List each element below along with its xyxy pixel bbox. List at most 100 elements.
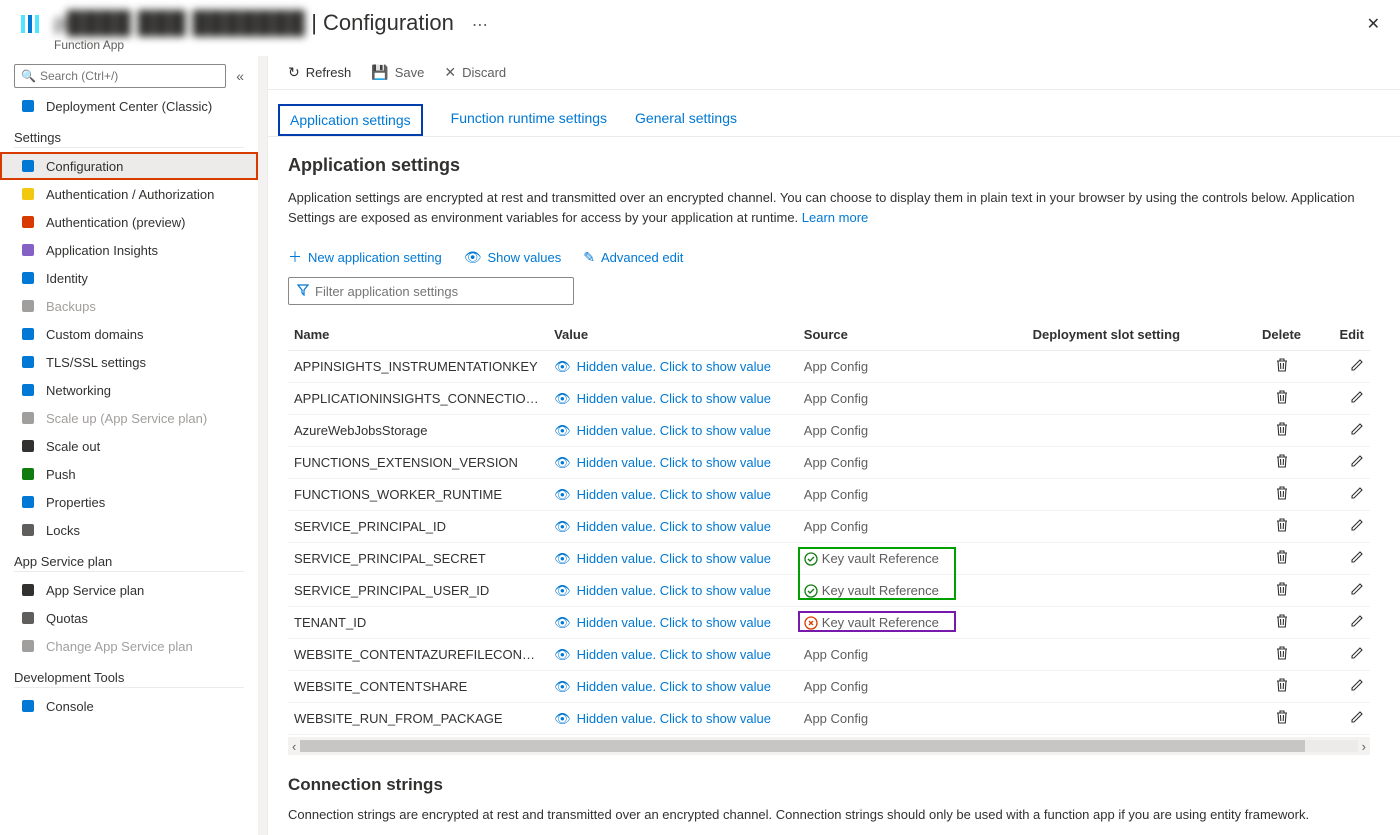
sidebar-item-networking[interactable]: Networking	[0, 376, 258, 404]
sidebar-item-push[interactable]: Push	[0, 460, 258, 488]
push-icon	[20, 466, 36, 482]
setting-name: APPINSIGHTS_INSTRUMENTATIONKEY	[288, 351, 548, 383]
tab-general-settings[interactable]: General settings	[635, 104, 737, 136]
delete-button[interactable]	[1275, 647, 1289, 664]
settings-table: Name Value Source Deployment slot settin…	[288, 319, 1370, 735]
setting-name: WEBSITE_RUN_FROM_PACKAGE	[288, 703, 548, 735]
show-value-link[interactable]: 👁Hidden value. Click to show value	[554, 455, 792, 471]
collapse-sidebar-icon[interactable]: «	[236, 68, 244, 84]
shield-icon	[20, 354, 36, 370]
show-value-link[interactable]: 👁Hidden value. Click to show value	[554, 711, 792, 727]
edit-button[interactable]	[1350, 519, 1364, 536]
nav-label: Deployment Center (Classic)	[46, 99, 212, 114]
edit-button[interactable]	[1350, 615, 1364, 632]
sidebar-item-configuration[interactable]: Configuration	[0, 152, 258, 180]
sidebar-item-identity[interactable]: Identity	[0, 264, 258, 292]
subtitle: Function App	[54, 38, 488, 52]
delete-button[interactable]	[1275, 615, 1289, 632]
more-icon[interactable]: ⋯	[472, 15, 488, 35]
nav-label: Application Insights	[46, 243, 158, 258]
sidebar-item-locks[interactable]: Locks	[0, 516, 258, 544]
deployment-icon	[20, 98, 36, 114]
delete-button[interactable]	[1275, 455, 1289, 472]
new-setting-button[interactable]: ＋ New application setting	[288, 247, 442, 267]
nav-label: Push	[46, 467, 76, 482]
edit-button[interactable]	[1350, 551, 1364, 568]
learn-more-link[interactable]: Learn more	[802, 210, 868, 225]
refresh-button[interactable]: ↻ Refresh	[288, 64, 351, 81]
search-input[interactable]: 🔍	[14, 64, 226, 88]
show-values-button[interactable]: 👁 Show values	[464, 249, 562, 266]
change-icon	[20, 638, 36, 654]
advanced-edit-button[interactable]: ✎ Advanced edit	[583, 249, 683, 266]
col-slot[interactable]: Deployment slot setting	[1027, 319, 1245, 351]
delete-button[interactable]	[1275, 583, 1289, 600]
col-source[interactable]: Source	[798, 319, 1027, 351]
edit-button[interactable]	[1350, 391, 1364, 408]
source-label: App Config	[804, 647, 1021, 662]
delete-button[interactable]	[1275, 679, 1289, 696]
sidebar-item-tls-ssl-settings[interactable]: TLS/SSL settings	[0, 348, 258, 376]
table-row: SERVICE_PRINCIPAL_USER_ID 👁Hidden value.…	[288, 575, 1370, 607]
show-value-link[interactable]: 👁Hidden value. Click to show value	[554, 391, 792, 407]
show-value-link[interactable]: 👁Hidden value. Click to show value	[554, 615, 792, 631]
sidebar-item-custom-domains[interactable]: Custom domains	[0, 320, 258, 348]
check-circle-icon	[804, 552, 818, 566]
scroll-left-icon[interactable]: ‹	[288, 739, 300, 754]
delete-button[interactable]	[1275, 391, 1289, 408]
edit-button[interactable]	[1350, 583, 1364, 600]
lock-icon	[20, 522, 36, 538]
close-icon[interactable]: ✕	[1363, 10, 1384, 38]
asp-icon	[20, 582, 36, 598]
delete-button[interactable]	[1275, 711, 1289, 728]
filter-input[interactable]	[288, 277, 574, 305]
edit-button[interactable]	[1350, 487, 1364, 504]
delete-button[interactable]	[1275, 487, 1289, 504]
sidebar-item-scale-out[interactable]: Scale out	[0, 432, 258, 460]
delete-button[interactable]	[1275, 423, 1289, 440]
col-value[interactable]: Value	[548, 319, 798, 351]
show-value-link[interactable]: 👁Hidden value. Click to show value	[554, 551, 792, 567]
sidebar-item-properties[interactable]: Properties	[0, 488, 258, 516]
source-label: App Config	[804, 359, 1021, 374]
sidebar-item-app-service-plan[interactable]: App Service plan	[0, 576, 258, 604]
edit-button[interactable]	[1350, 423, 1364, 440]
tab-application-settings[interactable]: Application settings	[278, 104, 423, 136]
edit-button[interactable]	[1350, 647, 1364, 664]
save-button[interactable]: 💾 Save	[371, 64, 424, 81]
nav-label: Configuration	[46, 159, 123, 174]
scaleout-icon	[20, 438, 36, 454]
edit-button[interactable]	[1350, 455, 1364, 472]
sidebar-item-authentication-preview-[interactable]: Authentication (preview)	[0, 208, 258, 236]
show-value-link[interactable]: 👁Hidden value. Click to show value	[554, 519, 792, 535]
sidebar-item-quotas[interactable]: Quotas	[0, 604, 258, 632]
sidebar-item-application-insights[interactable]: Application Insights	[0, 236, 258, 264]
scroll-right-icon[interactable]: ›	[1358, 739, 1370, 754]
vertical-scrollbar[interactable]	[258, 56, 268, 835]
source-label: App Config	[804, 487, 1021, 502]
delete-button[interactable]	[1275, 519, 1289, 536]
connection-strings-description: Connection strings are encrypted at rest…	[288, 805, 1368, 825]
edit-button[interactable]	[1350, 359, 1364, 376]
show-value-link[interactable]: 👁Hidden value. Click to show value	[554, 487, 792, 503]
show-value-link[interactable]: 👁Hidden value. Click to show value	[554, 679, 792, 695]
sidebar-item-deployment-center-classic-[interactable]: Deployment Center (Classic)	[0, 92, 258, 120]
console-icon	[20, 698, 36, 714]
sidebar-item-authentication-authorization[interactable]: Authentication / Authorization	[0, 180, 258, 208]
discard-button[interactable]: ✕ Discard	[444, 64, 506, 81]
plus-icon: ＋	[288, 247, 302, 267]
tab-function-runtime-settings[interactable]: Function runtime settings	[451, 104, 607, 136]
nav-label: App Service plan	[46, 583, 144, 598]
edit-button[interactable]	[1350, 711, 1364, 728]
show-value-link[interactable]: 👁Hidden value. Click to show value	[554, 583, 792, 599]
delete-button[interactable]	[1275, 359, 1289, 376]
edit-button[interactable]	[1350, 679, 1364, 696]
delete-button[interactable]	[1275, 551, 1289, 568]
col-name[interactable]: Name	[288, 319, 548, 351]
horizontal-scrollbar[interactable]: ‹ ›	[288, 737, 1370, 755]
show-value-link[interactable]: 👁Hidden value. Click to show value	[554, 647, 792, 663]
show-value-link[interactable]: 👁Hidden value. Click to show value	[554, 423, 792, 439]
sidebar-item-scale-up-app-service-plan-: Scale up (App Service plan)	[0, 404, 258, 432]
sidebar-item-console[interactable]: Console	[0, 692, 258, 720]
show-value-link[interactable]: 👁Hidden value. Click to show value	[554, 359, 792, 375]
